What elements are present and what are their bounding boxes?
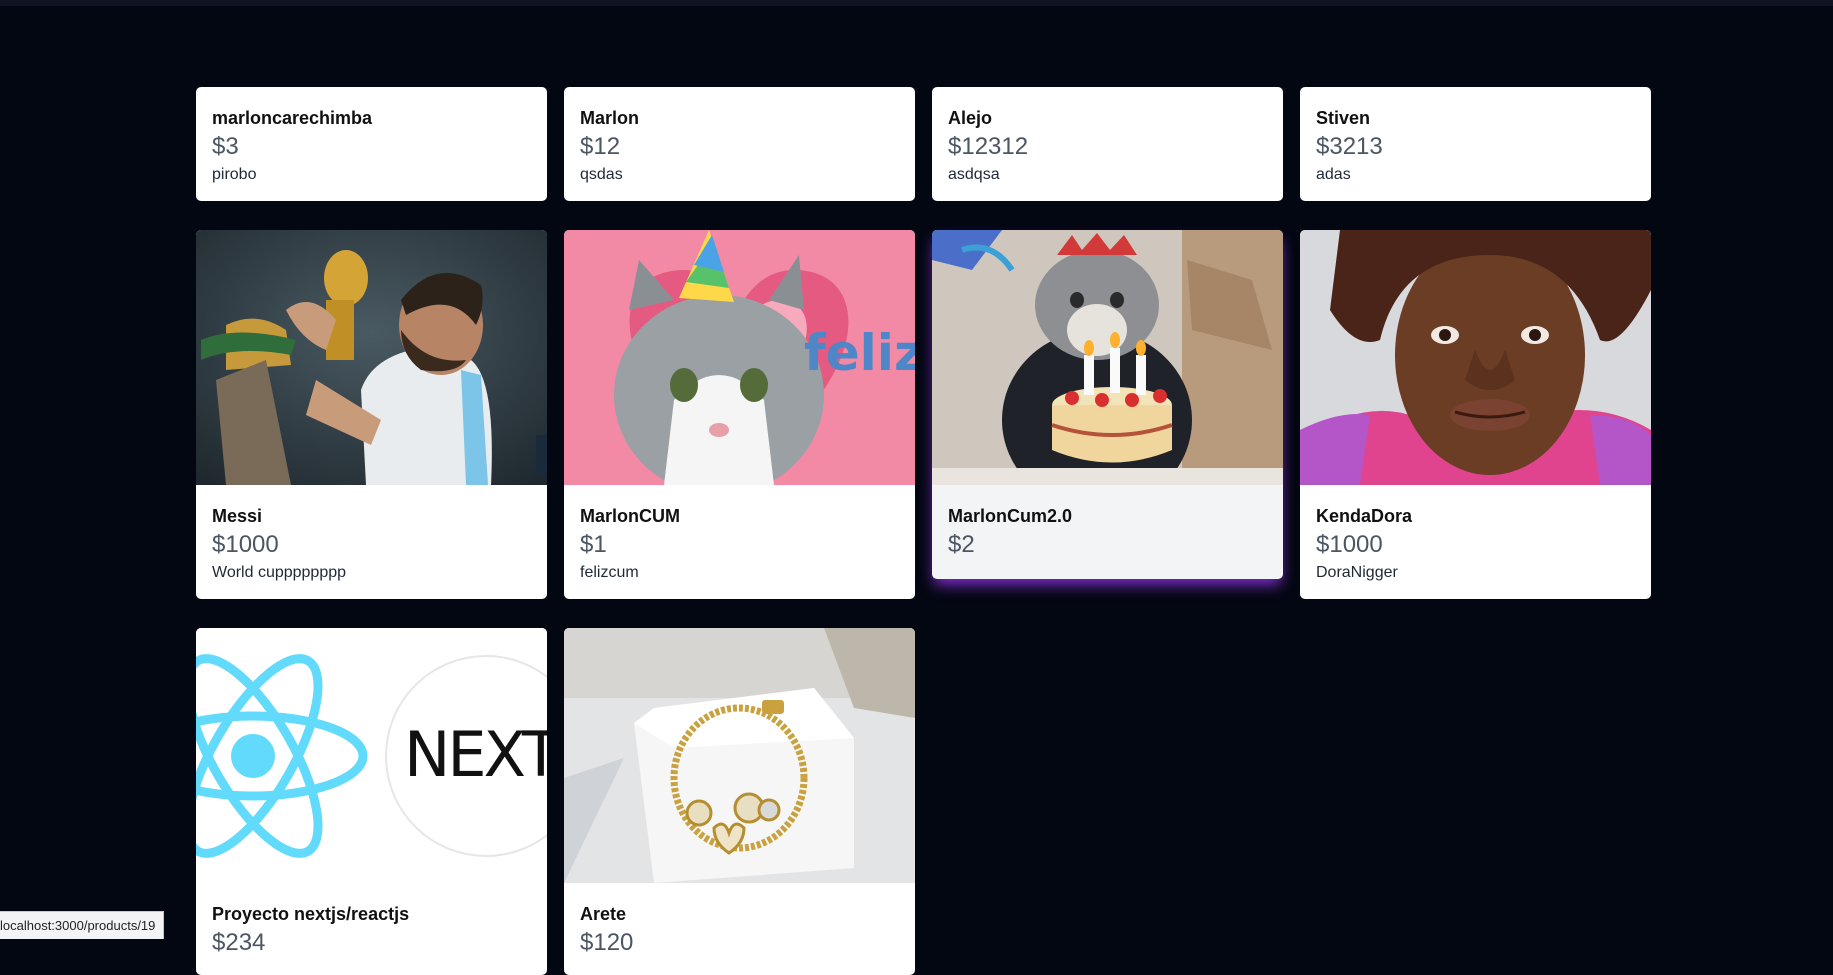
- product-name: Marlon: [580, 108, 640, 128]
- product-name: Alejo: [948, 108, 993, 128]
- product-price: $3213: [1316, 133, 1383, 160]
- product-description: pirobo: [212, 166, 257, 183]
- man-bucket-hat-photo: [1300, 230, 1651, 485]
- product-price: $3: [212, 133, 239, 160]
- browser-top-edge: [0, 0, 1833, 6]
- product-name: marloncarechimba: [212, 108, 373, 128]
- product-description: adas: [1316, 166, 1351, 183]
- product-price: $12312: [948, 133, 1029, 160]
- product-name: MarlonCUM: [580, 506, 680, 526]
- product-card[interactable]: Stiven $3213 adas: [1300, 87, 1651, 201]
- link-status-bar: localhost:3000/products/19: [0, 911, 165, 939]
- product-description: DoraNigger: [1316, 564, 1398, 581]
- product-price: $2: [948, 531, 975, 558]
- product-price: $234: [212, 929, 266, 956]
- product-card[interactable]: Arete $120: [564, 628, 915, 975]
- product-name: Stiven: [1316, 108, 1371, 128]
- product-card[interactable]: NEXT. Proyecto nextjs/reactjs $234: [196, 628, 547, 975]
- product-name: Arete: [580, 904, 627, 924]
- product-card[interactable]: Alejo $12312 asdqsa: [932, 87, 1283, 201]
- product-price: $1000: [1316, 531, 1383, 558]
- react-next-logos-image: NEXT.: [196, 628, 547, 883]
- product-card[interactable]: Messi $1000 World cupppppppp: [196, 230, 547, 599]
- birthday-cake-cat-image: [932, 230, 1283, 485]
- product-card[interactable]: KendaDora $1000 DoraNigger: [1300, 230, 1651, 599]
- product-card[interactable]: marloncarechimba $3 pirobo: [196, 87, 547, 201]
- product-description: qsdas: [580, 166, 623, 183]
- messi-trophy-photo: [196, 230, 547, 485]
- product-name: Messi: [212, 506, 263, 526]
- product-name: MarlonCum2.0: [948, 506, 1073, 526]
- product-grid: marloncarechimba $3 pirobo Marlon $12 qs…: [196, 87, 1652, 975]
- product-description: asdqsa: [948, 166, 1000, 183]
- product-name: Proyecto nextjs/reactjs: [212, 904, 410, 924]
- product-price: $120: [580, 929, 634, 956]
- svg-text:NEXT.: NEXT.: [404, 718, 547, 791]
- product-description: felizcum: [580, 564, 639, 581]
- svg-text:feliz cum: feliz cum: [804, 324, 915, 382]
- product-price: $1: [580, 531, 607, 558]
- party-hat-cat-image: feliz cum: [564, 230, 915, 485]
- product-description: World cupppppppp: [212, 564, 347, 581]
- product-card[interactable]: Marlon $12 qsdas: [564, 87, 915, 201]
- product-price: $12: [580, 133, 621, 160]
- product-card[interactable]: feliz cum MarlonCUM $1 felizcum: [564, 230, 915, 599]
- gold-charm-bracelet-photo: [564, 628, 915, 883]
- product-price: $1000: [212, 531, 279, 558]
- product-card[interactable]: MarlonCum2.0 $2: [932, 230, 1283, 579]
- product-name: KendaDora: [1316, 506, 1413, 526]
